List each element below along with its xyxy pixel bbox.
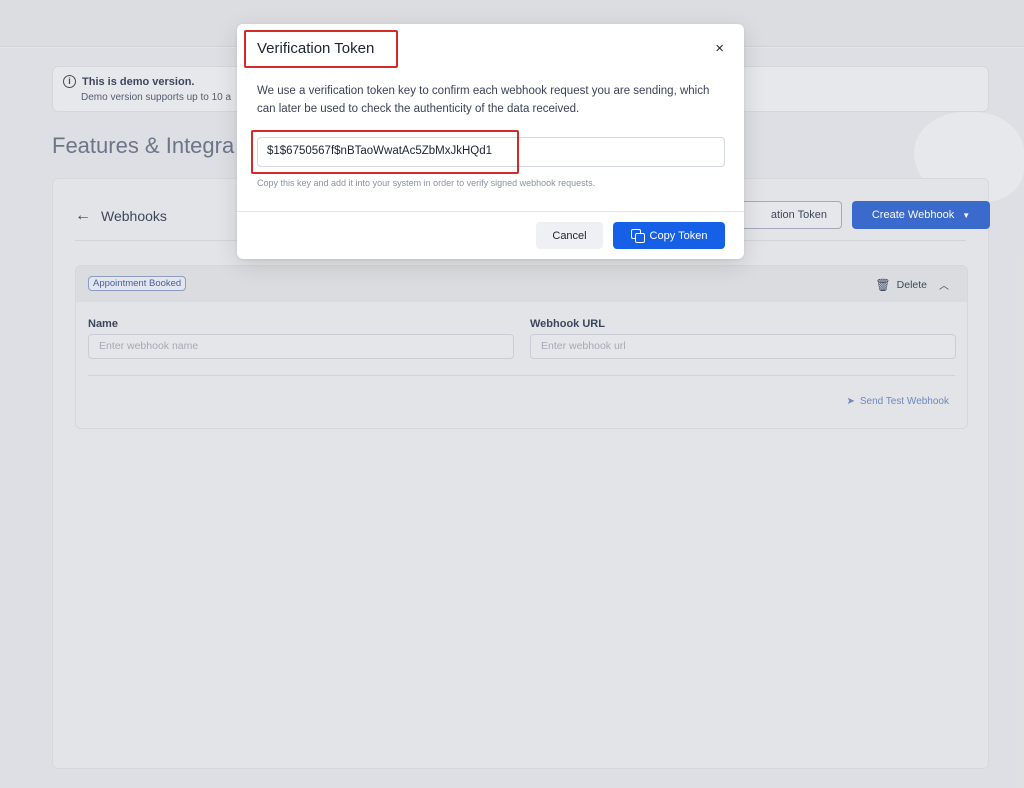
- copy-icon: [630, 229, 645, 243]
- copy-token-label: Copy Token: [649, 229, 708, 242]
- cancel-button[interactable]: Cancel: [536, 222, 603, 249]
- copy-token-button[interactable]: Copy Token: [613, 222, 725, 249]
- token-hint: Copy this key and add it into your syste…: [257, 178, 596, 188]
- modal-description: We use a verification token key to confi…: [257, 85, 710, 115]
- close-icon[interactable]: ×: [715, 40, 724, 57]
- modal-title: Verification Token: [257, 40, 375, 57]
- verification-token-modal: Verification Token × We use a verificati…: [237, 24, 744, 259]
- modal-divider: [237, 211, 744, 212]
- token-value[interactable]: $1$6750567f$nBTaoWwatAc5ZbMxJkHQd1: [267, 145, 492, 157]
